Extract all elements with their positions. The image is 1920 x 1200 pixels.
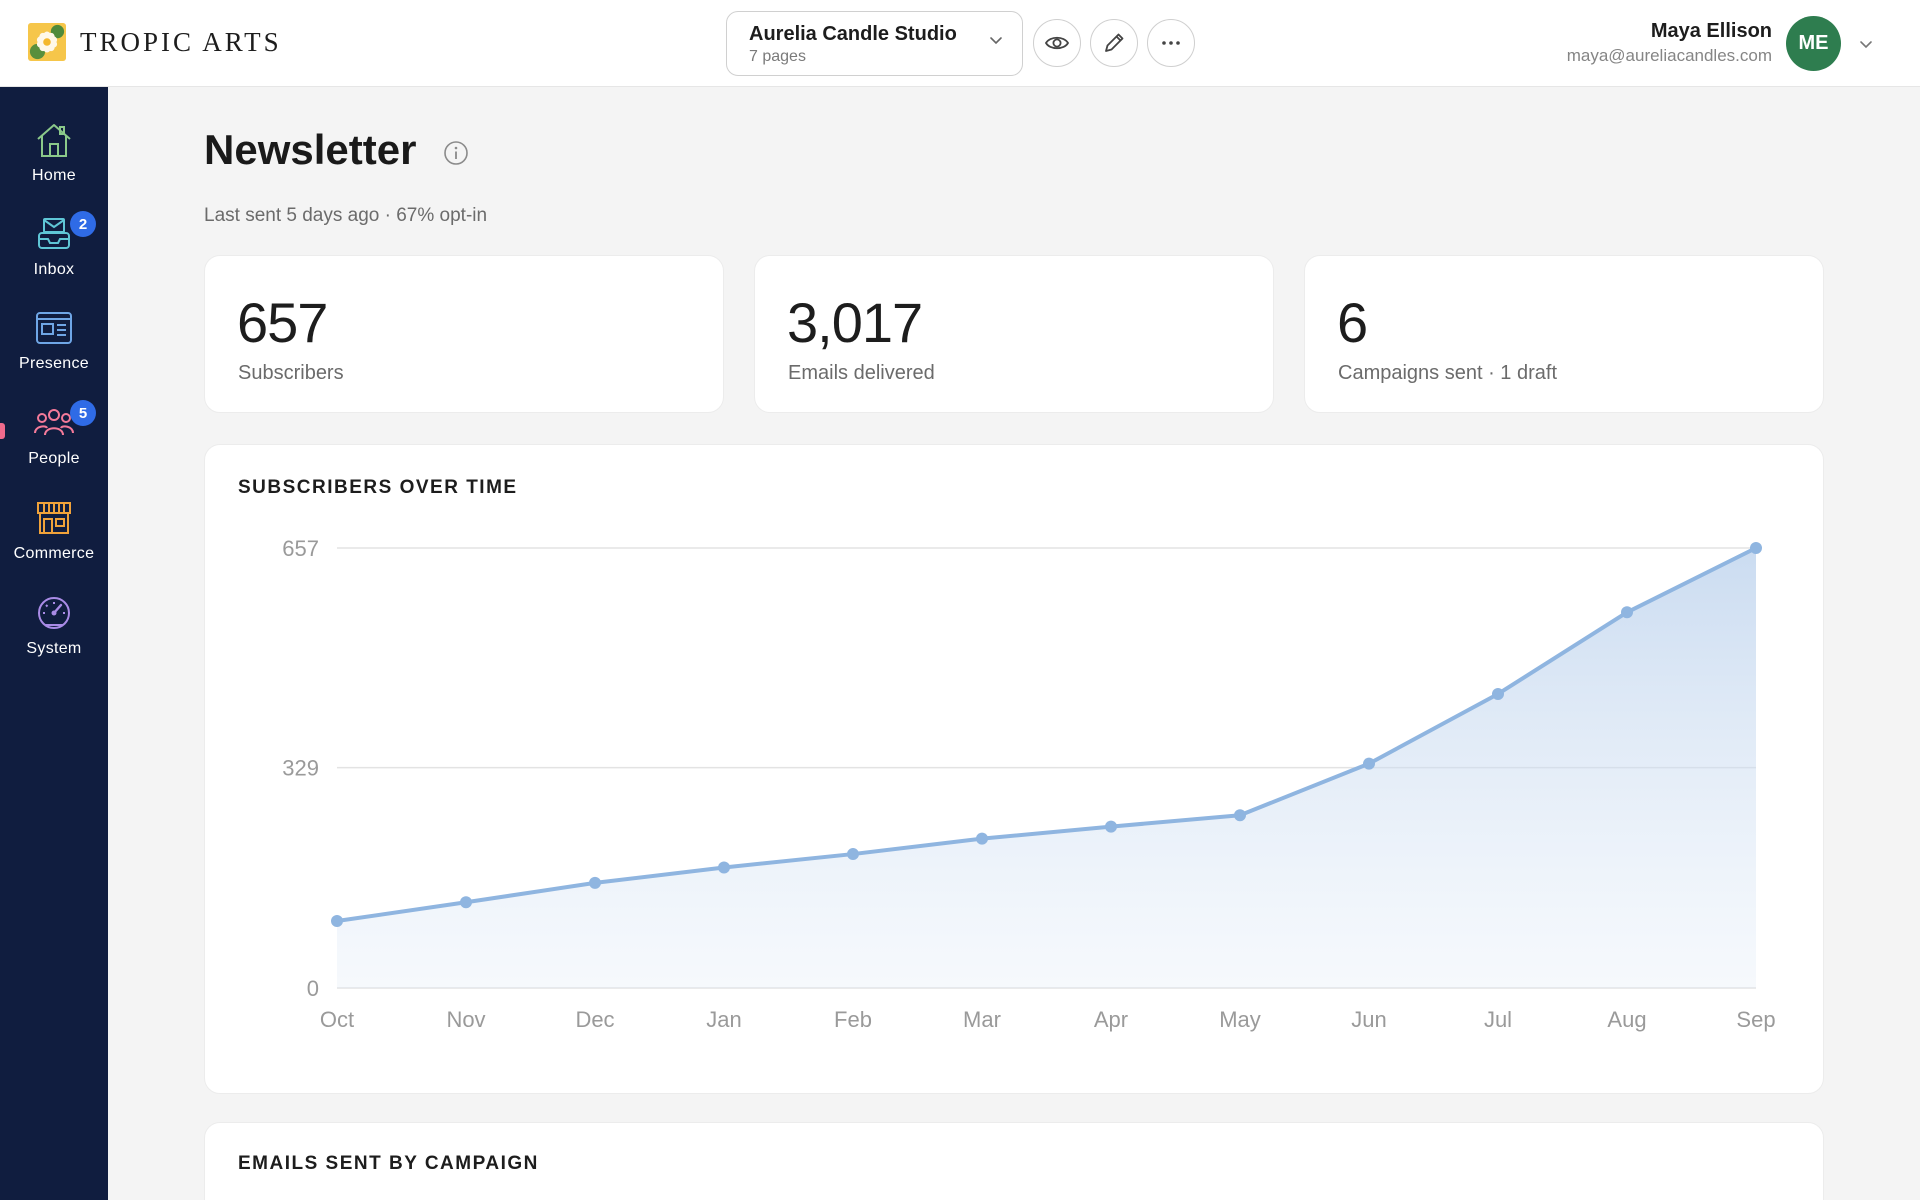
data-point (1234, 809, 1246, 822)
subscribers-chart-panel: SUBSCRIBERS OVER TIME 0 329 657 Oct Nov Dec Ja… (204, 444, 1824, 1094)
stat-label: Campaigns sent · 1 draft (1338, 362, 1557, 384)
data-point (847, 848, 859, 861)
people-icon (34, 409, 74, 436)
inbox-icon (38, 218, 70, 249)
sidebar-item-system[interactable]: System (0, 592, 108, 682)
top-bar: TROPIC ARTS Aurelia Candle Studio 7 page… (0, 0, 1920, 87)
page-subtitle: Last sent 5 days ago · 67% opt-in (204, 205, 488, 226)
sidebar-item-people[interactable]: People 5 (0, 400, 108, 492)
brand-name: TROPIC ARTS (80, 26, 282, 57)
y-tick-label: 0 (307, 976, 319, 1001)
chevron-down-icon[interactable] (1858, 36, 1874, 52)
x-tick-label: Nov (446, 1007, 485, 1032)
data-point (976, 832, 988, 845)
stat-card-subscribers: 657 Subscribers (204, 255, 724, 413)
info-icon[interactable] (443, 140, 469, 166)
avatar[interactable]: ME (1786, 16, 1841, 71)
preview-button[interactable] (1033, 19, 1081, 67)
user-name: Maya Ellison (1650, 20, 1772, 42)
sidebar-item-label: Commerce (13, 545, 95, 562)
sidebar-item-inbox[interactable]: Inbox 2 (0, 211, 108, 303)
x-tick-label: Jun (1351, 1007, 1386, 1032)
sidebar-item-label: System (26, 640, 82, 657)
site-selector[interactable]: Aurelia Candle Studio 7 pages (726, 11, 1023, 76)
y-tick-label: 329 (282, 756, 319, 781)
x-tick-label: Dec (575, 1007, 614, 1032)
data-point (718, 861, 730, 874)
subscribers-chart: 0 329 657 Oct Nov Dec Jan Feb Mar Apr May Jun Jul Aug… (282, 536, 1775, 1032)
home-icon (37, 124, 71, 157)
sidebar-item-label: Inbox (33, 261, 75, 278)
sidebar-item-presence[interactable]: Presence (0, 307, 108, 397)
storefront-icon (37, 502, 71, 534)
stat-card-emails-delivered: 3,017 Emails delivered (754, 255, 1274, 413)
data-point (1105, 820, 1117, 833)
gauge-icon (38, 597, 70, 629)
x-tick-label: Feb (834, 1007, 872, 1032)
more-options-button[interactable] (1147, 19, 1195, 67)
site-page-count: 7 pages (749, 48, 806, 65)
sidebar-item-home[interactable]: Home (0, 119, 108, 209)
x-tick-label: Apr (1094, 1007, 1128, 1032)
x-tick-label: Sep (1736, 1007, 1775, 1032)
data-point (1363, 757, 1375, 770)
data-point (331, 915, 343, 928)
y-tick-label: 657 (282, 536, 319, 561)
sidebar-item-commerce[interactable]: Commerce (0, 497, 108, 587)
user-info[interactable]: Maya Ellison maya@aureliacandles.com (1567, 18, 1772, 67)
x-tick-label: Mar (963, 1007, 1001, 1032)
x-tick-label: Jan (706, 1007, 741, 1032)
notification-badge: 2 (70, 211, 96, 237)
user-email: maya@aureliacandles.com (1566, 46, 1772, 65)
more-icon (1162, 41, 1180, 45)
stat-label: Emails delivered (788, 362, 935, 384)
stat-card-campaigns: 6 Campaigns sent · 1 draft (1304, 255, 1824, 413)
site-name: Aurelia Candle Studio (749, 23, 957, 45)
sidebar: Home Inbox 2 Presence People 5 Commerce … (0, 87, 108, 1200)
stat-value: 3,017 (787, 291, 923, 354)
data-point (460, 896, 472, 909)
panel-title: EMAILS SENT BY CAMPAIGN (238, 1153, 539, 1174)
pencil-icon (1105, 33, 1124, 52)
data-point (1492, 687, 1504, 700)
stat-label: Subscribers (238, 362, 344, 384)
x-tick-label: Jul (1484, 1007, 1512, 1032)
data-point (1750, 542, 1762, 554)
data-point (1621, 606, 1633, 619)
plumeria-logo-icon (28, 23, 66, 61)
data-point (589, 876, 601, 889)
stat-value: 6 (1337, 291, 1368, 354)
x-tick-label: Aug (1607, 1007, 1646, 1032)
brand-logo[interactable]: TROPIC ARTS (28, 22, 282, 62)
sidebar-item-label: Presence (19, 355, 89, 372)
campaign-chart-panel: EMAILS SENT BY CAMPAIGN (204, 1122, 1824, 1200)
eye-icon (1044, 36, 1070, 50)
presence-icon (36, 312, 72, 344)
page-title: Newsletter (204, 126, 417, 173)
chevron-down-icon (990, 37, 1002, 45)
stat-value: 657 (237, 291, 328, 354)
edit-button[interactable] (1090, 19, 1138, 67)
sidebar-item-label: People (28, 450, 80, 467)
sidebar-item-label: Home (32, 167, 76, 184)
x-tick-label: Oct (320, 1007, 354, 1032)
x-tick-label: May (1219, 1007, 1261, 1032)
notification-badge: 5 (70, 400, 96, 426)
